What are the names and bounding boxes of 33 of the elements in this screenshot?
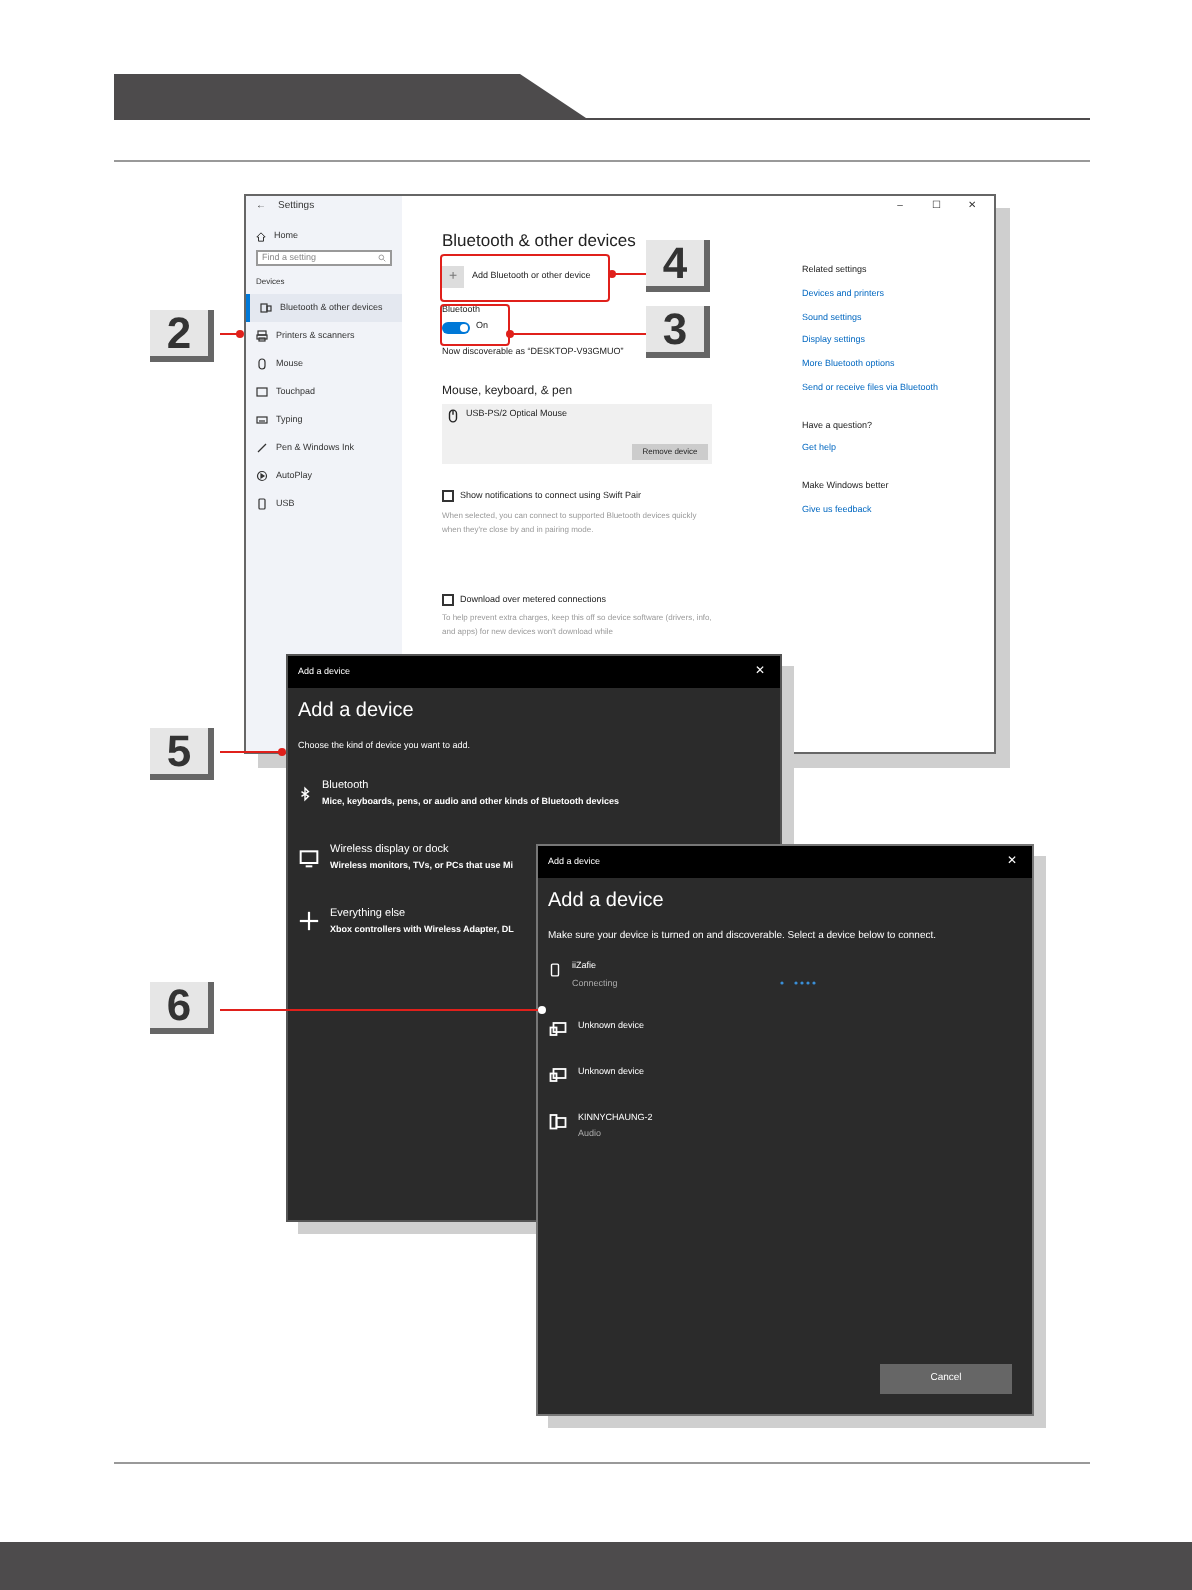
checkbox[interactable]	[442, 593, 454, 606]
computer-icon	[548, 1111, 568, 1129]
usb-icon	[256, 498, 268, 510]
autoplay-icon	[256, 470, 268, 482]
phone-icon	[548, 960, 562, 980]
page-heading: Bluetooth & other devices	[442, 232, 638, 249]
search-icon	[378, 254, 386, 262]
monitor-icon	[298, 847, 320, 868]
mouse-icon	[256, 358, 268, 370]
toggle-switch[interactable]	[442, 321, 470, 334]
step-badge: 4	[646, 240, 710, 292]
checkbox[interactable]	[442, 490, 454, 503]
bluetooth-icon	[298, 785, 312, 802]
plus-icon	[298, 910, 320, 933]
step-badge: 6	[150, 982, 214, 1034]
bluetooth-devices-icon	[260, 302, 272, 314]
device-icon	[548, 1019, 568, 1037]
device-icon	[548, 1065, 568, 1083]
leader-line	[219, 330, 244, 338]
mouse-icon	[446, 407, 460, 424]
pen-icon	[256, 442, 268, 454]
leader-line	[608, 270, 647, 278]
dialog-heading: Add a device	[548, 892, 666, 912]
step-badge: 2	[150, 310, 214, 362]
keyboard-icon	[256, 414, 268, 426]
home-icon	[256, 232, 266, 242]
step-badge: 3	[646, 306, 710, 358]
step-badge: 5	[150, 728, 214, 780]
dialog-heading: Add a device	[298, 702, 416, 722]
leader-line	[506, 330, 647, 338]
touchpad-icon	[256, 386, 268, 398]
leader-line	[219, 748, 286, 756]
printer-icon	[256, 330, 268, 342]
